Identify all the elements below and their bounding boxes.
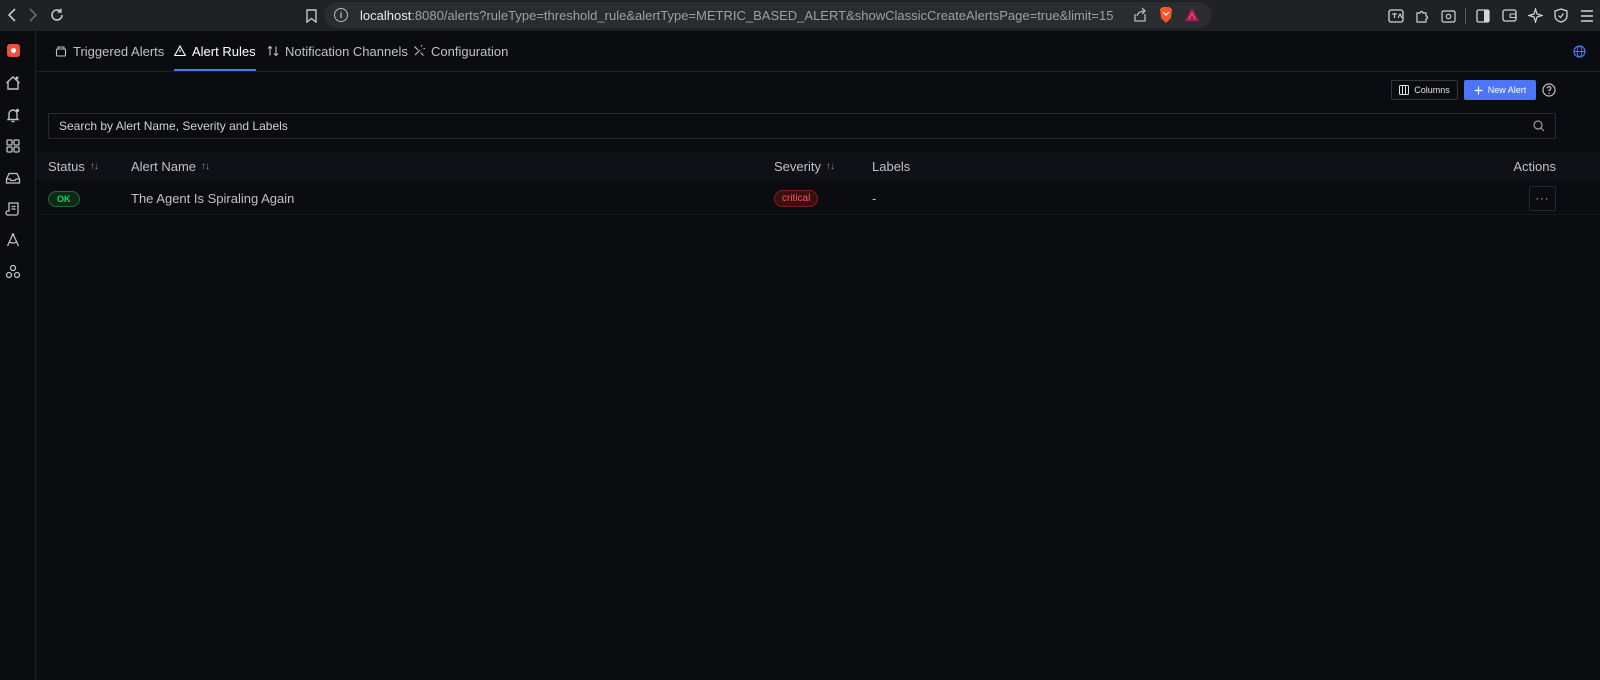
home-icon[interactable] (5, 75, 21, 91)
inbox-tray-icon[interactable] (5, 170, 21, 186)
toolbar-divider (1465, 7, 1466, 24)
search-input[interactable] (49, 114, 1555, 138)
column-header-alert-name[interactable]: Alert Name ↑↓ (131, 152, 210, 181)
alerts-tabs: Triggered Alerts Alert Rules Notificatio… (36, 31, 1600, 72)
traces-compass-icon[interactable] (5, 232, 21, 248)
column-header-labels: Labels (872, 152, 910, 181)
alert-name-cell[interactable]: The Agent Is Spiraling Again (131, 182, 294, 215)
reload-icon[interactable] (46, 4, 68, 26)
sort-icon[interactable]: ↑↓ (826, 161, 835, 172)
forward-arrow-icon[interactable] (22, 4, 44, 26)
tab-label: Configuration (431, 43, 509, 59)
column-header-actions: Actions (1513, 152, 1556, 181)
header-label: Status (48, 159, 85, 174)
signoz-logo-icon[interactable] (7, 44, 20, 57)
switch-icon (267, 45, 279, 57)
labels-cell: - (872, 182, 876, 215)
sort-icon[interactable]: ↑↓ (201, 161, 210, 172)
alert-name[interactable]: The Agent Is Spiraling Again (131, 191, 294, 206)
rewards-triangle-icon[interactable] (1184, 7, 1200, 23)
header-label: Alert Name (131, 159, 197, 174)
column-header-severity[interactable]: Severity ↑↓ (774, 152, 835, 181)
bookmark-icon[interactable] (300, 5, 322, 27)
tab-label: Notification Channels (285, 43, 408, 59)
sidebar-toggle-icon[interactable] (1470, 6, 1496, 26)
url-text: localhost:8080/alerts?ruleType=threshold… (360, 7, 1114, 23)
puzzle-extension-icon[interactable] (1409, 6, 1435, 26)
severity-cell: critical (774, 182, 819, 215)
screenshot-icon[interactable] (1435, 6, 1461, 26)
columns-button[interactable]: Columns (1391, 80, 1458, 100)
header-label: Labels (872, 159, 911, 174)
table-row[interactable]: OK The Agent Is Spiraling Again critical… (36, 182, 1600, 215)
inbox-icon (55, 46, 67, 57)
status-badge: OK (48, 190, 80, 207)
brave-shield-icon[interactable] (1158, 6, 1174, 24)
vpn-shield-icon[interactable] (1548, 6, 1574, 26)
tab-label: Triggered Alerts (73, 43, 165, 59)
new-alert-label: New Alert (1487, 85, 1527, 95)
tab-notification-channels[interactable]: Notification Channels (267, 31, 408, 71)
severity-badge: critical (774, 190, 819, 207)
column-header-status[interactable]: Status ↑↓ (48, 152, 99, 181)
new-alert-button[interactable]: New Alert (1464, 80, 1536, 100)
tab-label: Alert Rules (192, 43, 256, 59)
left-sidebar (0, 31, 36, 680)
columns-icon (1399, 85, 1410, 95)
row-actions-button[interactable]: ··· (1529, 186, 1556, 211)
browser-toolbar: i localhost:8080/alerts?ruleType=thresho… (0, 0, 1600, 31)
dashboards-grid-icon[interactable] (5, 138, 21, 154)
status-cell: OK (48, 182, 80, 215)
help-icon[interactable] (1542, 83, 1556, 97)
share-icon[interactable] (1132, 7, 1148, 23)
alerts-bell-icon[interactable] (5, 107, 21, 123)
translate-icon[interactable] (1383, 6, 1409, 26)
site-info-icon[interactable]: i (334, 8, 348, 22)
table-header: Status ↑↓ Alert Name ↑↓ Severity ↑↓ Labe… (36, 152, 1600, 181)
tools-icon (414, 45, 425, 56)
alert-search (48, 113, 1556, 139)
columns-label: Columns (1414, 85, 1450, 95)
plus-icon (1474, 86, 1483, 94)
labels-value: - (872, 191, 877, 206)
menu-icon[interactable] (1574, 6, 1600, 26)
search-icon[interactable] (1533, 120, 1545, 132)
globe-icon[interactable] (1573, 45, 1586, 58)
address-bar[interactable]: i localhost:8080/alerts?ruleType=thresho… (324, 2, 1212, 28)
tab-triggered-alerts[interactable]: Triggered Alerts (55, 31, 164, 71)
header-label: Severity (774, 159, 821, 174)
integrations-nodes-icon[interactable] (5, 264, 21, 280)
extensions-area (1383, 0, 1600, 31)
sort-icon[interactable]: ↑↓ (90, 161, 99, 172)
wallet-icon[interactable] (1496, 6, 1522, 26)
tab-alert-rules[interactable]: Alert Rules (174, 31, 256, 71)
header-label: Actions (1513, 159, 1556, 174)
warning-icon (174, 45, 186, 57)
more-dots-icon: ··· (1535, 192, 1550, 205)
logs-scroll-icon[interactable] (5, 201, 21, 217)
back-arrow-icon[interactable] (1, 4, 23, 26)
leo-ai-icon[interactable] (1522, 6, 1548, 26)
tab-configuration[interactable]: Configuration (413, 31, 508, 71)
